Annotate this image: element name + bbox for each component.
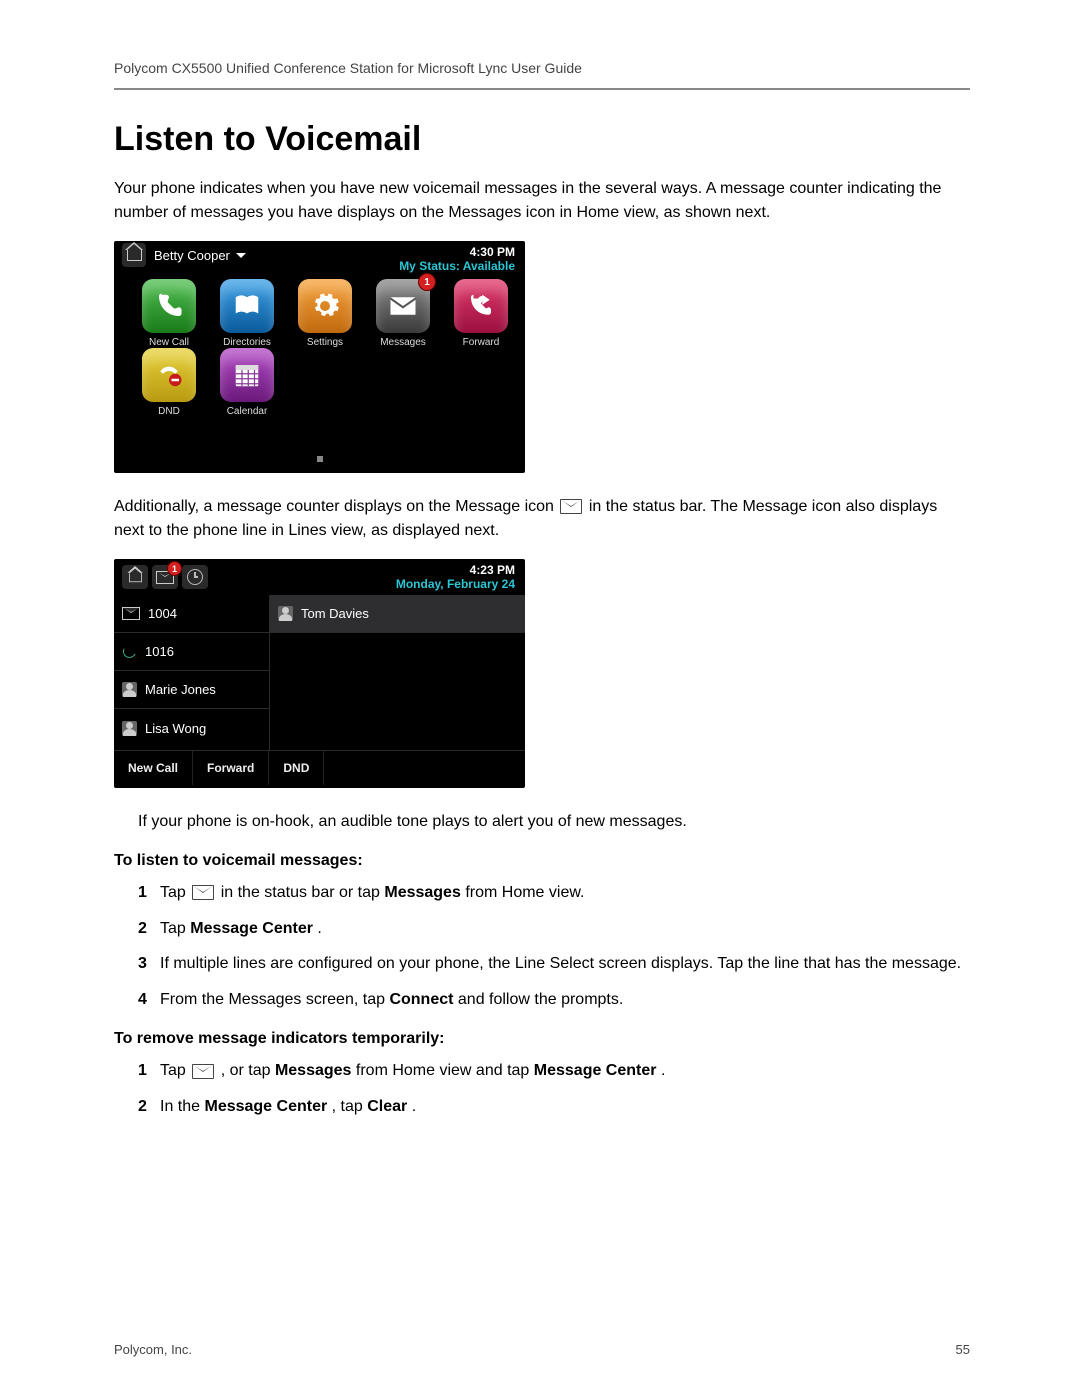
clock-time: 4:30 PM: [399, 245, 515, 259]
footer-company: Polycom, Inc.: [114, 1342, 192, 1357]
on-hook-icon: [122, 644, 137, 659]
app-label: Forward: [448, 337, 514, 348]
chevron-down-icon: [236, 253, 246, 258]
forward-phone-icon: [466, 291, 496, 321]
app-new-call: New Call: [136, 279, 202, 348]
list-item: 1 Tap in the status bar or tap Messages …: [138, 880, 970, 906]
app-label: Calendar: [214, 406, 280, 417]
list-item: 4 From the Messages screen, tap Connect …: [138, 987, 970, 1013]
envelope-icon: [122, 607, 140, 620]
status-bar-paragraph: Additionally, a message counter displays…: [114, 495, 970, 543]
line-number: 1004: [148, 606, 177, 621]
home-icon: [122, 565, 148, 589]
softkey-new-call: New Call: [114, 751, 193, 785]
messages-badge: 1: [167, 561, 182, 576]
dnd-icon: [154, 360, 184, 390]
envelope-icon: [560, 499, 582, 514]
list-item: 1 Tap , or tap Messages from Home view a…: [138, 1058, 970, 1084]
clock-icon: [182, 565, 208, 589]
messages-badge: 1: [418, 273, 436, 291]
softkey-forward: Forward: [193, 751, 269, 785]
user-name: Betty Cooper: [154, 248, 230, 263]
audible-tone-paragraph: If your phone is on-hook, an audible ton…: [138, 810, 970, 834]
book-icon: [232, 291, 262, 321]
phone-icon: [154, 291, 184, 321]
intro-paragraph: Your phone indicates when you have new v…: [114, 177, 970, 225]
list-item: 2 In the Message Center , tap Clear .: [138, 1094, 970, 1120]
envelope-icon: [388, 291, 418, 321]
gear-icon: [310, 291, 340, 321]
app-label: Messages: [370, 337, 436, 348]
app-directories: Directories: [214, 279, 280, 348]
app-label: Settings: [292, 337, 358, 348]
calendar-icon: [232, 360, 262, 390]
person-icon: [122, 721, 137, 736]
app-dnd: DND: [136, 348, 202, 417]
date-label: Monday, February 24: [396, 577, 515, 591]
list-item: 2 Tap Message Center .: [138, 916, 970, 942]
messages-status-icon: 1: [152, 565, 178, 589]
presence-status: My Status: Available: [399, 259, 515, 273]
person-icon: [278, 606, 293, 621]
page-number: 55: [956, 1342, 970, 1357]
procedure-list: 1 Tap , or tap Messages from Home view a…: [138, 1058, 970, 1119]
procedure-heading: To listen to voicemail messages:: [114, 852, 970, 870]
line-row: Tom Davies: [270, 595, 525, 633]
home-view-screenshot: Betty Cooper 4:30 PM My Status: Availabl…: [114, 241, 525, 473]
app-forward: Forward: [448, 279, 514, 348]
softkey-dnd: DND: [269, 751, 324, 785]
contact-name: Marie Jones: [145, 682, 216, 697]
home-icon: [122, 243, 146, 267]
line-row: Marie Jones: [114, 671, 269, 709]
envelope-icon: [192, 1064, 214, 1079]
page-title: Listen to Voicemail: [114, 120, 970, 159]
line-row: 1004: [114, 595, 269, 633]
lines-view-screenshot: 1 4:23 PM Monday, February 24 1004 1016: [114, 559, 525, 788]
app-settings: Settings: [292, 279, 358, 348]
line-number: 1016: [145, 644, 174, 659]
person-icon: [122, 682, 137, 697]
header-rule: [114, 88, 970, 90]
running-header: Polycom CX5500 Unified Conference Statio…: [114, 60, 970, 76]
clock-time: 4:23 PM: [396, 563, 515, 577]
contact-name: Lisa Wong: [145, 721, 206, 736]
procedure-list: 1 Tap in the status bar or tap Messages …: [138, 880, 970, 1012]
procedure-heading: To remove message indicators temporarily…: [114, 1030, 970, 1048]
envelope-icon: [192, 885, 214, 900]
contact-name: Tom Davies: [301, 606, 369, 621]
line-row: Lisa Wong: [114, 709, 269, 747]
app-calendar: Calendar: [214, 348, 280, 417]
page-indicator: [114, 449, 525, 467]
list-item: 3If multiple lines are configured on you…: [138, 951, 970, 977]
app-label: Directories: [214, 337, 280, 348]
app-label: New Call: [136, 337, 202, 348]
app-label: DND: [136, 406, 202, 417]
user-name-chip: Betty Cooper: [154, 248, 246, 263]
app-messages: 1 Messages: [370, 279, 436, 348]
line-row: 1016: [114, 633, 269, 671]
